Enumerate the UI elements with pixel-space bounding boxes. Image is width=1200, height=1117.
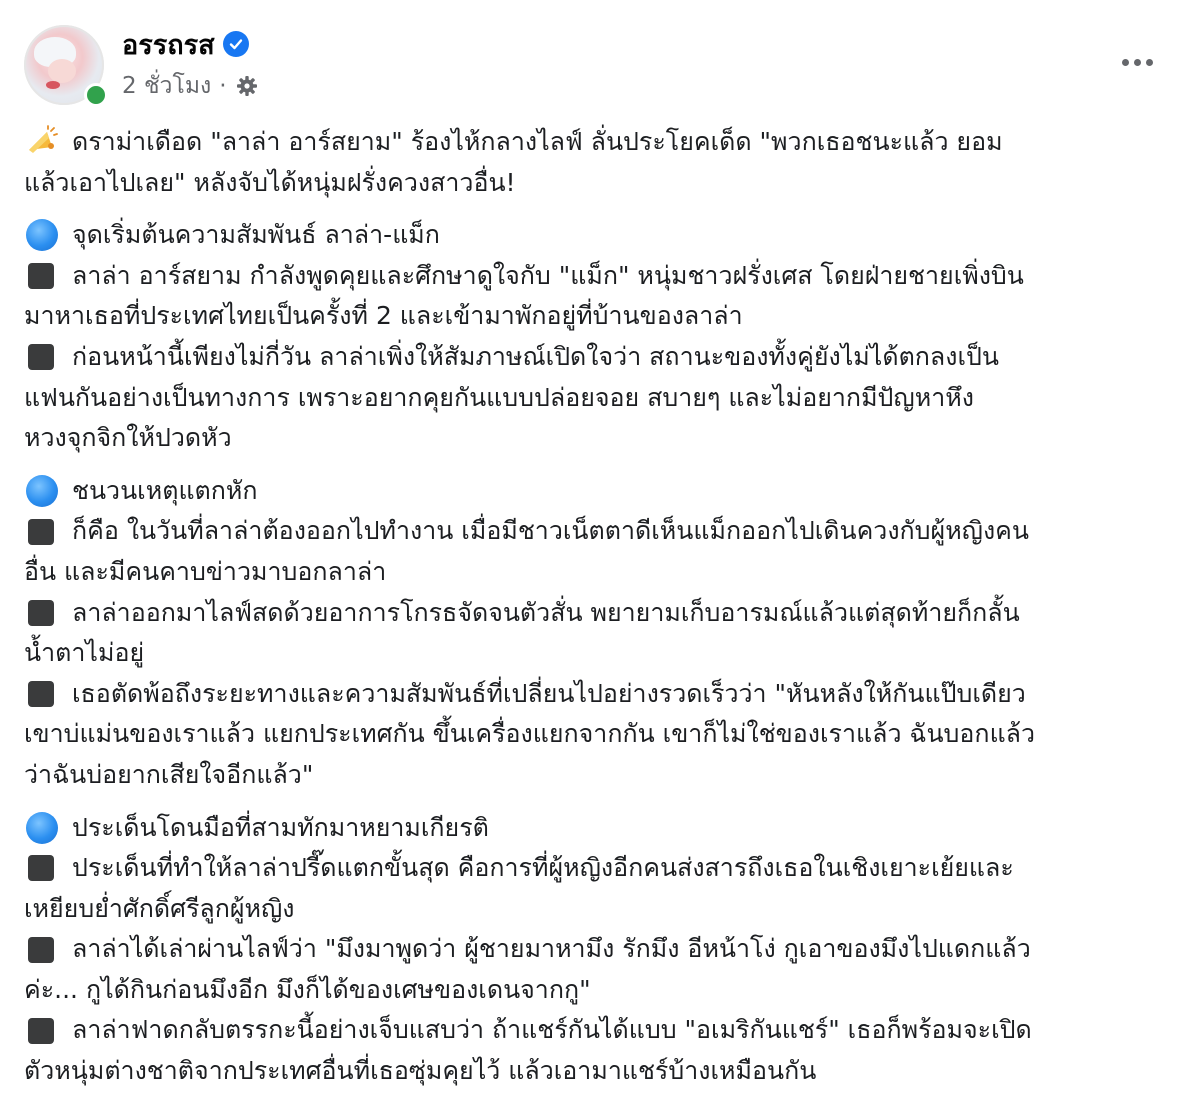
post-text-line: หวงจุกจิกให้ปวดหัว <box>24 418 1184 459</box>
black-square-icon <box>28 599 54 626</box>
post-text-line: ค่ะ... กูได้กินก่อนมึงอีก มึงก็ได้ของเศษ… <box>24 970 1184 1011</box>
line-text: ว่าฉันบ่อยากเสียใจอีกแล้ว" <box>24 759 314 789</box>
post-text-line: ตัวหนุ่มต่างชาติจากประเทศอื่นที่เธอซุ่มค… <box>24 1051 1184 1092</box>
post-header: อรรถรส 2 ชั่วโมง · <box>0 0 1200 120</box>
post-text-line: แล้วเอาไปเลย" หลังจับได้หนุ่มฝรั่งควงสาว… <box>24 163 1184 204</box>
post-text-line: ว่าฉันบ่อยากเสียใจอีกแล้ว" <box>24 755 1184 796</box>
post-text-line: ลาล่าได้เล่าผ่านไลฟ์ว่า "มึงมาพูดว่า ผู้… <box>24 929 1184 970</box>
line-text: อื่น และมีคนคาบข่าวมาบอกลาล่า <box>24 556 387 586</box>
line-text: ก็คือ ในวันที่ลาล่าต้องออกไปทำงาน เมื่อม… <box>72 516 1029 546</box>
avatar-accent <box>46 81 60 89</box>
more-dot <box>1133 58 1141 66</box>
post-text-line: เหยียบย่ำศักดิ์ศรีลูกผู้หญิง <box>24 889 1184 930</box>
meta-separator: · <box>219 73 227 99</box>
line-text: เธอตัดพ้อถึงระยะทางและความสัมพันธ์ที่เปล… <box>72 678 1026 708</box>
line-text: ดราม่าเดือด "ลาล่า อาร์สยาม" ร้องไห้กลาง… <box>72 127 1003 156</box>
post-text-line: น้ำตาไม่อยู่ <box>24 633 1184 674</box>
post-text-line: เขาบ่แม่นของเราแล้ว แยกประเทศกัน ขึ้นเคร… <box>24 714 1184 755</box>
line-text: ประเด็นโดนมือที่สามทักมาหยามเกียรติ <box>72 812 489 842</box>
more-dot <box>1121 58 1129 66</box>
line-text: น้ำตาไม่อยู่ <box>24 638 145 668</box>
black-square-icon <box>28 936 54 963</box>
post-text-line: อื่น และมีคนคาบข่าวมาบอกลาล่า <box>24 552 1184 593</box>
line-text: เขาบ่แม่นของเราแล้ว แยกประเทศกัน ขึ้นเคร… <box>24 719 1036 749</box>
post-text-line: ชนวนเหตุแตกหัก <box>24 471 1184 512</box>
post-text-line: ประเด็นที่ทำให้ลาล่าปรี๊ดแตกขั้นสุด คือก… <box>24 848 1184 889</box>
post-text-line: แฟนกันอย่างเป็นทางการ เพราะอยากคุยกันแบบ… <box>24 378 1184 419</box>
line-text: ลาล่าได้เล่าผ่านไลฟ์ว่า "มึงมาพูดว่า ผู้… <box>72 934 1031 964</box>
line-text: ค่ะ... กูได้กินก่อนมึงอีก มึงก็ได้ของเศษ… <box>24 974 591 1004</box>
author-name[interactable]: อรรถรส <box>122 23 215 66</box>
author-row: อรรถรส <box>122 26 249 62</box>
line-text: มาหาเธอที่ประเทศไทยเป็นครั้งที่ 2 และเข้… <box>24 301 743 331</box>
post-meta: 2 ชั่วโมง · <box>122 70 259 102</box>
more-options-button[interactable] <box>1112 44 1162 80</box>
post-text-line: เธอตัดพ้อถึงระยะทางและความสัมพันธ์ที่เปล… <box>24 674 1184 715</box>
post-text-line: ลาล่าฟาดกลับตรรกะนี้อย่างเจ็บแสบว่า ถ้าแ… <box>24 1010 1184 1051</box>
black-square-icon <box>28 263 54 290</box>
line-text: แฟนกันอย่างเป็นทางการ เพราะอยากคุยกันแบบ… <box>24 382 974 412</box>
post-text-line: ดราม่าเดือด "ลาล่า อาร์สยาม" ร้องไห้กลาง… <box>24 122 1184 163</box>
line-text: ลาล่าออกมาไลฟ์สดด้วยอาการโกรธจัดจนตัวสั่… <box>72 597 1020 627</box>
black-square-icon <box>28 518 54 545</box>
post-text-line: ก่อนหน้านี้เพียงไม่กี่วัน ลาล่าเพิ่งให้ส… <box>24 337 1184 378</box>
line-text: จุดเริ่มต้นความสัมพันธ์ ลาล่า-แม็ก <box>72 220 440 250</box>
blue-circle-icon <box>26 219 58 252</box>
line-text: แล้วเอาไปเลย" หลังจับได้หนุ่มฝรั่งควงสาว… <box>24 167 516 197</box>
post-text-line: ก็คือ ในวันที่ลาล่าต้องออกไปทำงาน เมื่อม… <box>24 511 1184 552</box>
post-text-line: ประเด็นโดนมือที่สามทักมาหยามเกียรติ <box>24 808 1184 849</box>
post-text-line: ลาล่าออกมาไลฟ์สดด้วยอาการโกรธจัดจนตัวสั่… <box>24 593 1184 634</box>
post-timestamp[interactable]: 2 ชั่วโมง <box>122 68 211 104</box>
blue-circle-icon <box>26 475 58 508</box>
post-text-line: มาหาเธอที่ประเทศไทยเป็นครั้งที่ 2 และเข้… <box>24 296 1184 337</box>
line-text: ลาล่า อาร์สยาม กำลังพูดคุยและศึกษาดูใจกั… <box>72 260 1024 290</box>
line-text: ลาล่าฟาดกลับตรรกะนี้อย่างเจ็บแสบว่า ถ้าแ… <box>72 1015 1032 1045</box>
line-text: ชนวนเหตุแตกหัก <box>72 475 258 505</box>
more-dot <box>1145 58 1153 66</box>
megaphone-icon <box>24 125 58 159</box>
post-card: อรรถรส 2 ชั่วโมง · ดราม่าเดือด "ลาล่า อา… <box>0 0 1200 1117</box>
post-body: ดราม่าเดือด "ลาล่า อาร์สยาม" ร้องไห้กลาง… <box>24 122 1184 1092</box>
black-square-icon <box>28 344 54 371</box>
black-square-icon <box>28 855 54 882</box>
line-text: ก่อนหน้านี้เพียงไม่กี่วัน ลาล่าเพิ่งให้ส… <box>72 341 999 371</box>
post-text-line: จุดเริ่มต้นความสัมพันธ์ ลาล่า-แม็ก <box>24 215 1184 256</box>
line-text: เหยียบย่ำศักดิ์ศรีลูกผู้หญิง <box>24 893 295 923</box>
black-square-icon <box>28 1017 54 1044</box>
line-text: ประเด็นที่ทำให้ลาล่าปรี๊ดแตกขั้นสุด คือก… <box>72 853 1014 883</box>
online-status-dot <box>84 83 108 107</box>
line-text: ตัวหนุ่มต่างชาติจากประเทศอื่นที่เธอซุ่มค… <box>24 1056 817 1086</box>
gear-icon[interactable] <box>235 74 259 98</box>
post-text-line: ลาล่า อาร์สยาม กำลังพูดคุยและศึกษาดูใจกั… <box>24 256 1184 297</box>
verified-badge-icon <box>222 31 249 57</box>
line-text: หวงจุกจิกให้ปวดหัว <box>24 423 232 453</box>
blue-circle-icon <box>26 811 58 844</box>
black-square-icon <box>28 681 54 708</box>
avatar-face <box>48 59 76 83</box>
